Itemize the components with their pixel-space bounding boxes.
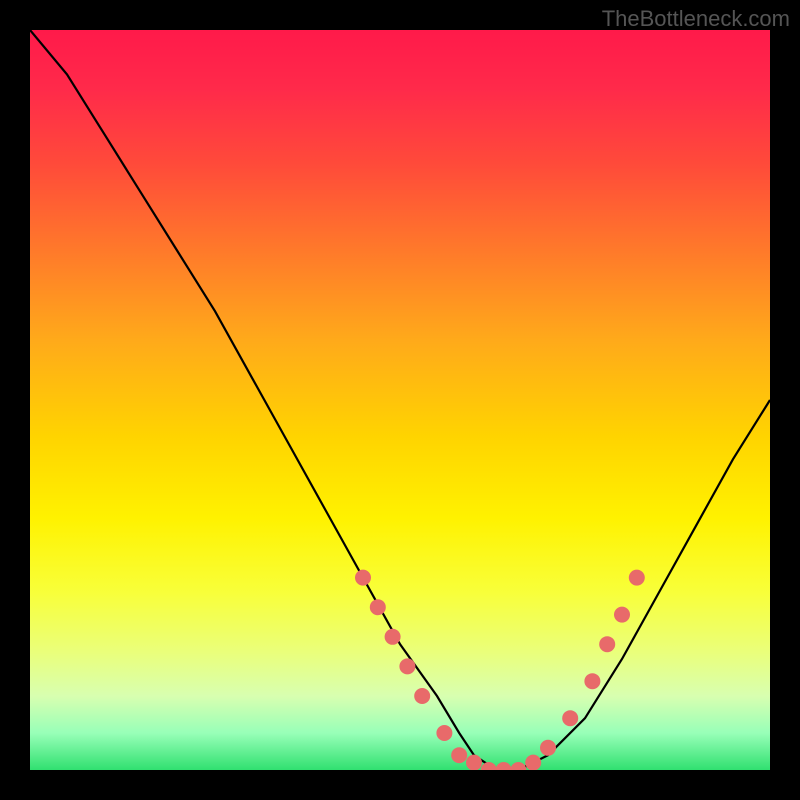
marker-dot (370, 599, 386, 615)
marker-dot (399, 658, 415, 674)
marker-dot (451, 747, 467, 763)
marker-dot (599, 636, 615, 652)
marker-dot (436, 725, 452, 741)
marker-dot (629, 570, 645, 586)
marker-dot (481, 762, 497, 770)
marker-dot (510, 762, 526, 770)
bottleneck-curve (30, 30, 770, 770)
marker-dot (355, 570, 371, 586)
marker-dot (414, 688, 430, 704)
marker-dot (584, 673, 600, 689)
marker-dot (525, 755, 541, 770)
marker-dot (562, 710, 578, 726)
marker-dot (540, 740, 556, 756)
marker-dot (614, 607, 630, 623)
plot-area (30, 30, 770, 770)
chart-svg (30, 30, 770, 770)
curve-markers (355, 570, 645, 770)
marker-dot (385, 629, 401, 645)
marker-dot (466, 755, 482, 770)
watermark-text: TheBottleneck.com (602, 6, 790, 32)
marker-dot (496, 762, 512, 770)
